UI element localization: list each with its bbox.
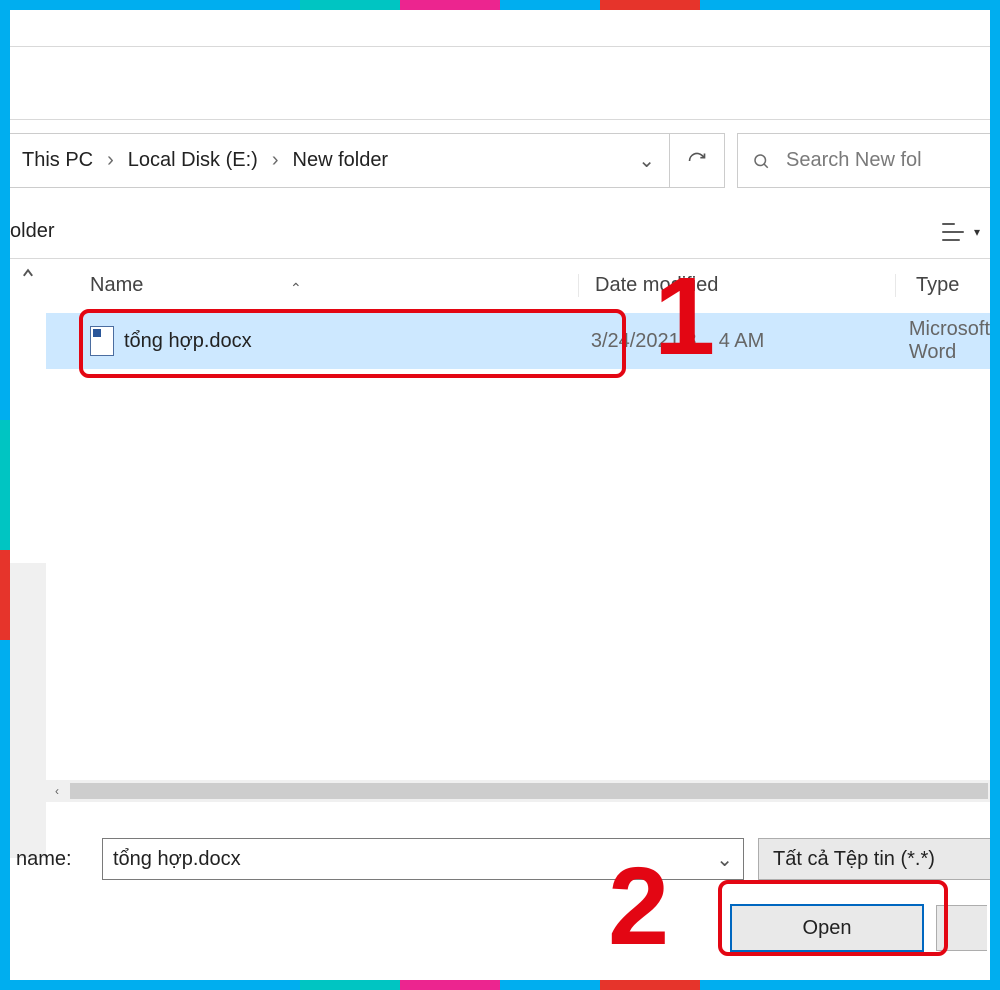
filter-label: Tất cả Tệp tin (*.*): [773, 848, 935, 871]
open-button[interactable]: Open: [730, 904, 924, 952]
open-button-label: Open: [803, 917, 852, 940]
chevron-down-icon[interactable]: ⌄: [638, 148, 655, 173]
view-options-icon[interactable]: [942, 223, 964, 241]
column-name[interactable]: Name: [90, 274, 143, 296]
file-type-filter[interactable]: Tất cả Tệp tin (*.*): [758, 838, 990, 880]
filename-input[interactable]: tổng hợp.docx ⌄: [102, 838, 744, 880]
column-type[interactable]: Type: [895, 274, 990, 297]
nav-side-filler: [10, 563, 46, 858]
file-type-cell: Microsoft Word: [889, 318, 990, 364]
file-row[interactable]: tổng hợp.docx 3/24/2021 8 4 AM Microsoft…: [46, 313, 990, 369]
scroll-left-arrow-icon[interactable]: ‹: [46, 780, 68, 802]
breadcrumb-item-folder[interactable]: New folder: [293, 149, 389, 172]
word-file-icon: [90, 326, 114, 356]
caret-down-icon[interactable]: ▾: [974, 225, 980, 239]
search-icon: [752, 152, 770, 170]
filename-value: tổng hợp.docx: [113, 848, 241, 871]
file-list-header[interactable]: Name ⌃ Date modified Type: [46, 258, 990, 314]
breadcrumb-item-pc[interactable]: This PC: [22, 149, 93, 172]
horizontal-scrollbar[interactable]: ‹: [46, 780, 990, 802]
breadcrumb-item-disk[interactable]: Local Disk (E:): [128, 149, 258, 172]
column-date[interactable]: Date modified: [578, 274, 895, 297]
file-date-cell-b: 4 AM: [719, 330, 765, 353]
chevron-right-icon: ›: [272, 149, 279, 172]
file-name-cell: tổng hợp.docx: [124, 330, 252, 353]
file-date-cell-a: 3/24/2021 8: [591, 330, 697, 353]
organize-label[interactable]: older: [10, 220, 54, 243]
chevron-down-icon[interactable]: ⌄: [716, 847, 733, 872]
search-placeholder: Search New fol: [786, 149, 922, 172]
sort-caret-icon: ⌃: [290, 280, 302, 297]
address-breadcrumb[interactable]: This PC › Local Disk (E:) › New folder ⌄: [10, 133, 670, 188]
secondary-button[interactable]: [936, 905, 987, 951]
filename-label: name:: [10, 848, 88, 871]
chevron-right-icon: ›: [107, 149, 114, 172]
scroll-thumb[interactable]: [70, 783, 988, 799]
search-input[interactable]: Search New fol: [737, 133, 990, 188]
refresh-button[interactable]: [670, 133, 725, 188]
